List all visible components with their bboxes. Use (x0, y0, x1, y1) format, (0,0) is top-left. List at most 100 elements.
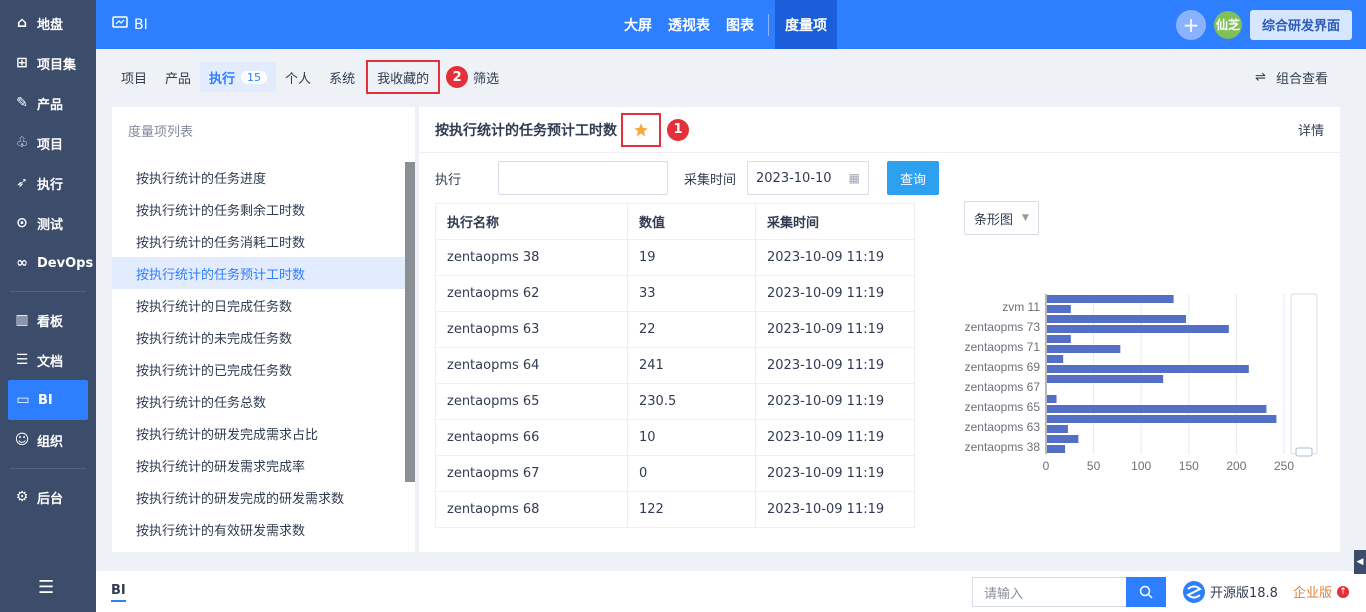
bar (1047, 345, 1121, 353)
version-info[interactable]: 开源版18.8 (1182, 571, 1278, 612)
bar (1047, 395, 1057, 403)
metric-item[interactable]: 按执行统计的任务预计工时数 (112, 257, 415, 289)
combo-view-label: 组合查看 (1275, 71, 1328, 87)
avatar[interactable]: 仙芝 (1213, 10, 1242, 39)
execution-filter-input[interactable] (498, 161, 668, 195)
sidebar-item-9[interactable]: ▭ BI (8, 380, 88, 420)
tab-personal[interactable]: 个人 (276, 62, 320, 92)
search-icon (1139, 585, 1153, 599)
metric-item[interactable]: 按执行统计的研发完成需求占比 (112, 417, 415, 449)
chart-type-value: 条形图 (974, 212, 1014, 228)
bottom-tab-bi[interactable]: BI (111, 583, 126, 602)
table-row: zentaopms 68 122 2023-10-09 11:19 (435, 491, 915, 528)
sidebar-item-8[interactable]: ☰ 文档 (0, 340, 96, 380)
collapse-toggle[interactable]: ◀ (1354, 550, 1366, 574)
metric-item[interactable]: 按执行统计的日完成任务数 (112, 289, 415, 321)
table-cell: 2023-10-09 11:19 (755, 455, 915, 492)
step-marker-2: 2 (446, 66, 469, 88)
y-tick-label: zentaopms 67 (965, 380, 1041, 394)
enterprise-link[interactable]: 企业版 ↑ (1293, 571, 1350, 612)
tab-my-favorites[interactable]: 我收藏的 (366, 60, 441, 94)
bar (1047, 315, 1186, 323)
metric-item[interactable]: 按执行统计的未完成任务数 (112, 321, 415, 353)
metric-item[interactable]: 按执行统计的研发需求完成率 (112, 449, 415, 481)
search-input[interactable]: 请输入 (972, 577, 1127, 607)
data-table: 执行名称 数值 采集时间 zentaopms 38 19 2023-10-09 11… (435, 203, 915, 528)
x-tick-label: 200 (1226, 459, 1246, 473)
table-row: zentaopms 65 230.5 2023-10-09 11:19 (435, 383, 915, 420)
metric-list: 按执行统计的任务进度 按执行统计的任务剩余工时数 按执行统计的任务消耗工时数 按执行统… (112, 153, 415, 545)
sidebar-item-6[interactable]: ∞ DevOps (0, 243, 96, 283)
metric-detail-panel: 按执行统计的任务预计工时数 1 详情 执行 采集时间 2023-10-10 ▦ … (419, 107, 1340, 552)
table-row: zentaopms 67 0 2023-10-09 11:19 (435, 455, 915, 492)
caret-down-icon: ▼ (1022, 213, 1029, 223)
app-title-text: BI (134, 16, 148, 33)
sidebar-item-5[interactable]: ⊙ 测试 (0, 203, 96, 243)
date-picker[interactable]: 2023-10-10 ▦ (747, 161, 870, 195)
nav-big-screen[interactable]: 大屏 (616, 0, 660, 49)
sidebar-item-7[interactable]: ▥ 看板 (0, 300, 96, 340)
chart-type-select[interactable]: 条形图 ▼ (964, 201, 1039, 235)
filter-button[interactable]: 筛选 (468, 62, 508, 92)
metric-item[interactable]: 按执行统计的有效研发需求数 (112, 513, 415, 545)
y-tick-label: zentaopms 63 (965, 420, 1041, 434)
bar (1047, 435, 1079, 443)
table-cell: 2023-10-09 11:19 (755, 383, 915, 420)
nav-divider (768, 13, 769, 36)
metric-item[interactable]: 按执行统计的任务总数 (112, 385, 415, 417)
table-row: zentaopms 64 241 2023-10-09 11:19 (435, 347, 915, 384)
sidebar-item-3[interactable]: ♧ 项目 (0, 123, 96, 163)
tab-project[interactable]: 项目 (112, 62, 156, 92)
query-button[interactable]: 查询 (887, 161, 940, 195)
table-cell: zentaopms 65 (435, 383, 628, 420)
enterprise-label: 企业版 (1293, 586, 1333, 601)
sidebar-item-label: 项目 (37, 137, 64, 153)
detail-link[interactable]: 详情 (1298, 120, 1324, 139)
metric-item[interactable]: 按执行统计的任务剩余工时数 (112, 193, 415, 225)
tree-icon: ♧ (15, 135, 29, 151)
menu-icon[interactable]: ☰ (38, 577, 54, 598)
doc-icon: ☰ (15, 352, 29, 368)
add-button[interactable]: + (1175, 9, 1206, 40)
table-row: zentaopms 62 33 2023-10-09 11:19 (435, 275, 915, 312)
user-icon: ☺ (14, 432, 30, 448)
sidebar-nav: ⌂ 地盘 ⊞ 项目集 ✎ 产品 ♧ 项目 ➶ 执行 ⊙ 测试 ∞ DevOps ▥ 看板 ☰ 文档 ▭ BI ☺ 组织 ⚙ 后… (0, 0, 96, 517)
nav-metrics[interactable]: 度量项 (775, 0, 837, 49)
portal-button[interactable]: 综合研发界面 (1249, 9, 1352, 40)
sidebar-item-11[interactable]: ⚙ 后台 (0, 477, 96, 517)
col-value: 数值 (627, 203, 756, 240)
metric-item[interactable]: 按执行统计的已完成任务数 (112, 353, 415, 385)
sidebar-item-1[interactable]: ⊞ 项目集 (0, 43, 96, 83)
metric-item[interactable]: 按执行统计的研发完成的研发需求数 (112, 481, 415, 513)
tab-system[interactable]: 系统 (320, 62, 364, 92)
nav-chart[interactable]: 图表 (718, 0, 762, 49)
metric-item[interactable]: 按执行统计的任务消耗工时数 (112, 225, 415, 257)
sidebar-divider (10, 291, 86, 292)
main-nav: 大屏 透视表 图表 度量项 (616, 0, 837, 49)
y-tick-label: zentaopms 38 (965, 440, 1041, 454)
tab-product[interactable]: 产品 (156, 62, 200, 92)
table-cell: 230.5 (627, 383, 756, 420)
sidebar-item-10[interactable]: ☺ 组织 (0, 420, 96, 460)
table-cell: zentaopms 66 (435, 419, 628, 456)
search-button[interactable] (1126, 577, 1166, 607)
metric-title: 按执行统计的任务预计工时数 (435, 122, 617, 139)
sidebar: ⌂ 地盘 ⊞ 项目集 ✎ 产品 ♧ 项目 ➶ 执行 ⊙ 测试 ∞ DevOps ▥ 看板 ☰ 文档 ▭ BI ☺ 组织 ⚙ 后… (0, 0, 96, 612)
sidebar-item-4[interactable]: ➶ 执行 (0, 163, 96, 203)
magnify-icon: ⊙ (16, 215, 28, 231)
infinity-icon: ∞ (16, 255, 28, 271)
combo-view-button[interactable]: ⇌ 组合查看 (1255, 49, 1328, 105)
sidebar-item-2[interactable]: ✎ 产品 (0, 83, 96, 123)
scrollbar[interactable] (405, 162, 415, 482)
bottom-bar: BI 请输入 开源版18.8 企业版 ↑ (96, 571, 1366, 612)
table-row: zentaopms 38 19 2023-10-09 11:19 (435, 239, 915, 276)
nav-pivot[interactable]: 透视表 (660, 0, 718, 49)
favorite-button[interactable] (621, 112, 661, 147)
sidebar-item-0[interactable]: ⌂ 地盘 (0, 3, 96, 43)
tab-execution[interactable]: 执行 15 (200, 62, 277, 92)
metric-item[interactable]: 按执行统计的任务进度 (112, 161, 415, 193)
sidebar-divider (10, 468, 86, 469)
col-collect-time: 采集时间 (755, 203, 915, 240)
calendar-icon: ▦ (848, 171, 861, 185)
sidebar-item-label: 地盘 (37, 17, 64, 33)
